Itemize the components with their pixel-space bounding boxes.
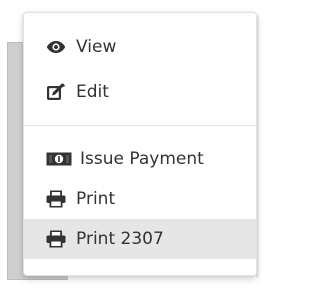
menu-item-issue-payment[interactable]: Issue Payment [24,139,256,179]
printer-icon [46,230,70,248]
menu-item-label: Issue Payment [80,149,204,169]
eye-icon [46,38,70,56]
menu-item-edit[interactable]: Edit [24,72,256,112]
menu-item-label: Edit [76,82,109,102]
menu-item-label: View [76,37,117,57]
menu-divider [24,125,256,126]
actions-dropdown-menu: View Edit Issue Payment Print Print 2307 [23,12,257,276]
money-bill-icon [46,150,74,168]
menu-item-print[interactable]: Print [24,179,256,219]
menu-item-print-2307[interactable]: Print 2307 [24,219,256,259]
menu-item-label: Print 2307 [76,229,164,249]
menu-item-view[interactable]: View [24,27,256,67]
menu-item-label: Print [76,189,116,209]
edit-icon [46,83,70,101]
printer-icon [46,190,70,208]
